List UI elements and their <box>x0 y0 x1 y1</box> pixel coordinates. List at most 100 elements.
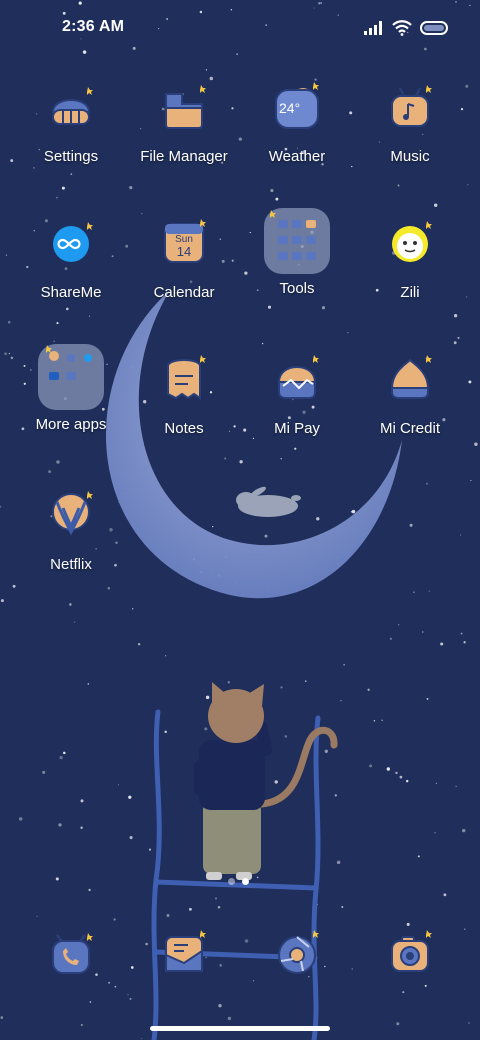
app-zili[interactable]: Zili <box>350 216 470 326</box>
star <box>8 352 11 355</box>
page-indicator <box>228 878 249 885</box>
app-label: Zili <box>400 284 420 301</box>
star <box>55 196 58 199</box>
dock-camera[interactable] <box>380 925 440 985</box>
star <box>252 980 255 982</box>
star <box>413 591 415 594</box>
app-notes[interactable]: Notes <box>124 352 244 462</box>
star <box>334 794 337 797</box>
shareme-icon <box>41 216 101 276</box>
star <box>87 683 90 685</box>
star <box>164 730 167 734</box>
star <box>205 695 210 700</box>
app-shareme[interactable]: ShareMe <box>11 216 131 326</box>
star <box>409 523 413 527</box>
star <box>426 697 429 700</box>
star <box>219 964 223 967</box>
app-netflix[interactable]: Netflix <box>11 488 131 598</box>
star <box>426 482 428 485</box>
star <box>264 534 268 538</box>
signal-icon <box>364 21 382 35</box>
star <box>424 984 427 987</box>
app-mi-credit[interactable]: Mi Credit <box>350 352 470 462</box>
star <box>461 828 466 833</box>
app-label: ShareMe <box>40 284 102 301</box>
star <box>42 770 46 774</box>
star <box>73 621 76 623</box>
app-more-apps-folder[interactable]: More apps <box>11 342 131 452</box>
dock-browser[interactable] <box>267 925 327 985</box>
app-label: Tools <box>279 280 315 297</box>
star <box>341 906 344 908</box>
star <box>5 254 8 256</box>
star <box>457 336 460 339</box>
status-bar: 2:36 AM <box>0 0 480 56</box>
calendar-icon: Sun 14 <box>154 216 214 276</box>
star <box>274 780 278 784</box>
star <box>132 608 134 610</box>
app-file-manager[interactable]: File Manager <box>124 80 244 190</box>
netflix-icon <box>41 488 101 548</box>
app-calendar[interactable]: Sun 14 Calendar <box>124 216 244 326</box>
star <box>56 460 60 464</box>
star <box>455 785 457 788</box>
app-label: More apps <box>35 416 107 433</box>
star <box>80 799 84 803</box>
star <box>367 688 370 691</box>
app-label: Mi Pay <box>274 420 320 437</box>
star <box>88 888 91 892</box>
star <box>453 341 457 345</box>
app-mi-pay[interactable]: Mi Pay <box>237 352 357 462</box>
star <box>130 966 134 969</box>
star <box>474 442 478 446</box>
star <box>351 509 356 514</box>
app-label: Netflix <box>50 556 92 573</box>
phone-icon <box>52 933 93 974</box>
home-indicator-bar[interactable] <box>150 1026 330 1031</box>
app-weather[interactable]: 24° Weather <box>237 80 357 190</box>
star <box>351 968 353 970</box>
star <box>324 749 328 753</box>
zili-icon <box>380 216 440 276</box>
app-label: Music <box>390 148 430 165</box>
star <box>114 985 117 988</box>
star <box>141 213 143 215</box>
star <box>460 534 462 536</box>
star <box>129 997 132 1001</box>
star <box>470 479 472 482</box>
star <box>373 720 376 722</box>
dock-phone[interactable] <box>41 925 101 985</box>
star <box>217 905 221 909</box>
star <box>340 700 342 702</box>
star <box>188 907 192 911</box>
star <box>140 1037 142 1040</box>
star <box>227 1016 232 1021</box>
star <box>347 332 349 334</box>
notes-icon <box>154 352 214 412</box>
star <box>343 663 345 666</box>
weather-temperature: 24° <box>279 100 301 116</box>
app-settings[interactable]: Settings <box>11 80 131 190</box>
file-manager-icon <box>154 80 214 140</box>
camera-icon <box>391 930 432 972</box>
app-music[interactable]: Music <box>350 80 470 190</box>
star <box>428 590 430 592</box>
star <box>336 860 341 865</box>
star <box>205 69 208 71</box>
dock-messages[interactable] <box>154 925 214 985</box>
app-tools-folder[interactable]: Tools <box>237 206 357 316</box>
star <box>386 767 390 771</box>
star <box>402 991 405 994</box>
star <box>80 826 83 830</box>
star <box>468 1022 470 1024</box>
star <box>398 624 400 626</box>
star <box>117 784 120 786</box>
calendar-date: 14 <box>176 244 192 259</box>
star <box>212 526 214 528</box>
star <box>127 994 129 996</box>
folder-icon <box>36 342 106 412</box>
star <box>59 755 63 760</box>
star <box>399 775 403 779</box>
mi-credit-icon <box>380 352 440 412</box>
star <box>4 352 8 356</box>
